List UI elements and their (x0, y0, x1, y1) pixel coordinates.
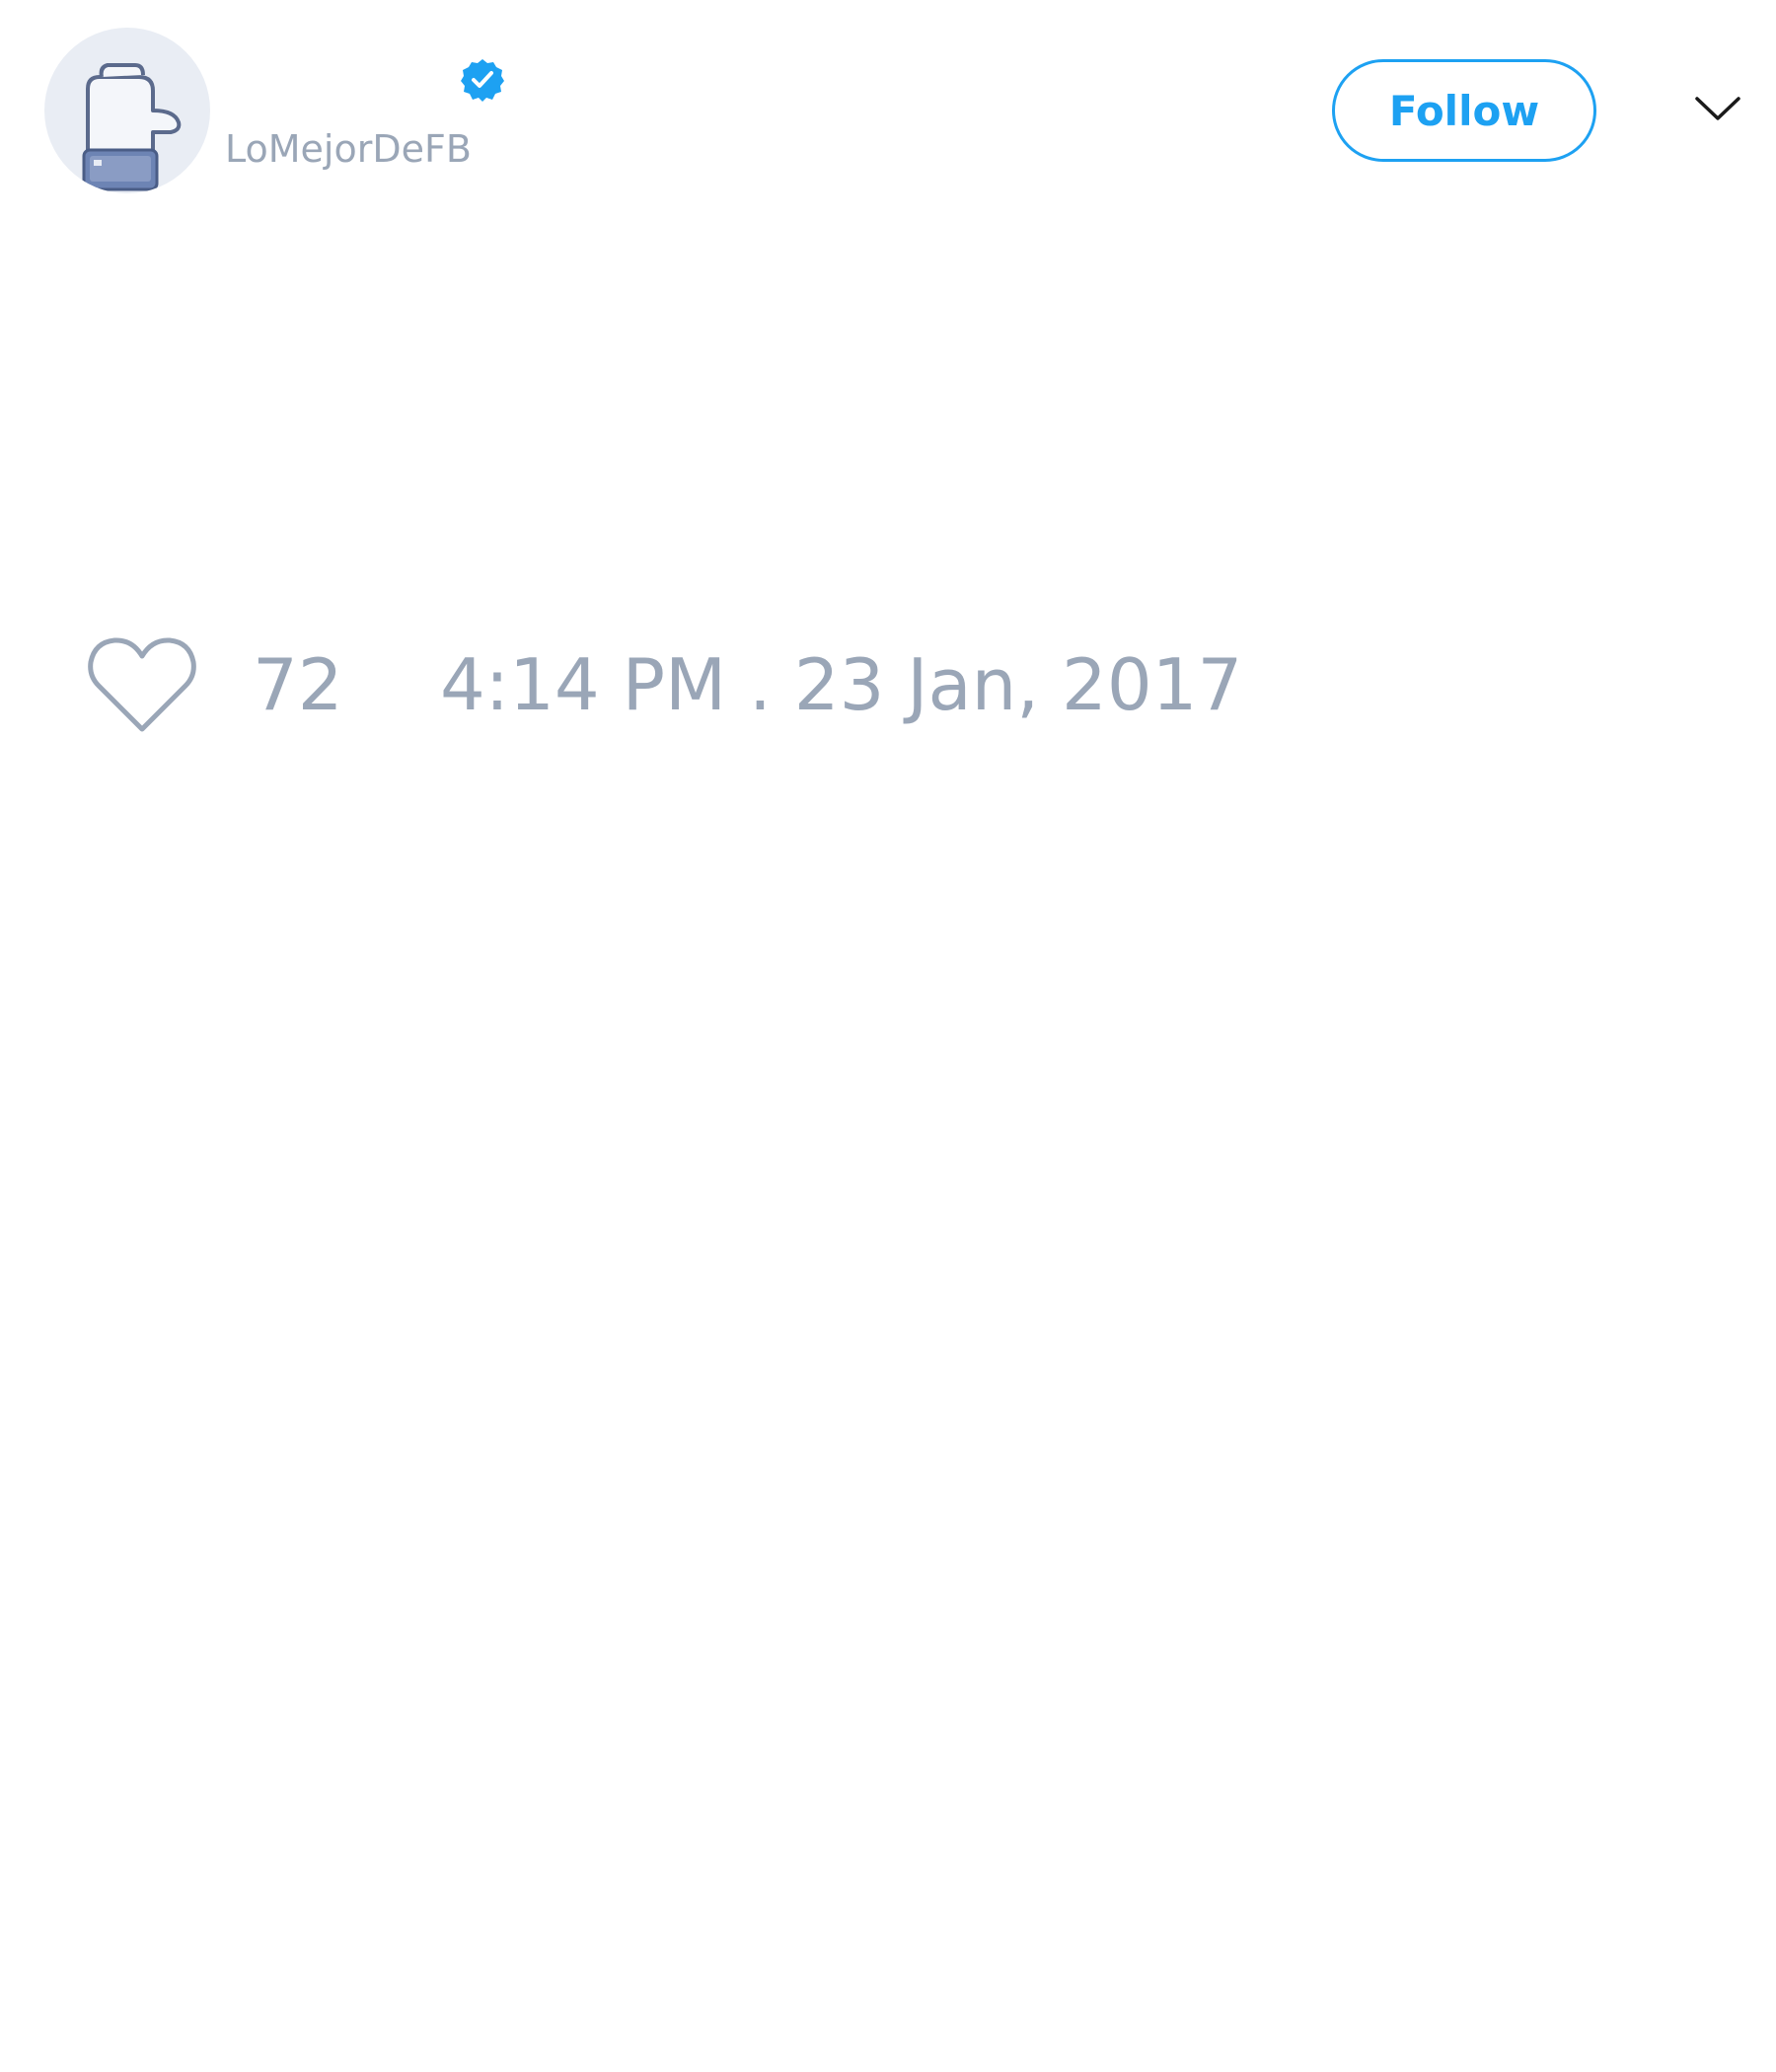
tweet-timestamp[interactable]: 4:14 PM . 23 Jan, 2017 (440, 643, 1242, 726)
verified-badge-icon (460, 57, 505, 103)
chevron-down-icon[interactable] (1693, 91, 1742, 126)
avatar[interactable] (44, 28, 210, 193)
author-handle[interactable]: LoMejorDeFB (225, 126, 472, 172)
heart-icon[interactable] (87, 636, 197, 735)
like-count: 72 (253, 643, 343, 726)
follow-button[interactable]: Follow (1332, 59, 1596, 162)
thumbs-up-like-icon (82, 63, 182, 191)
